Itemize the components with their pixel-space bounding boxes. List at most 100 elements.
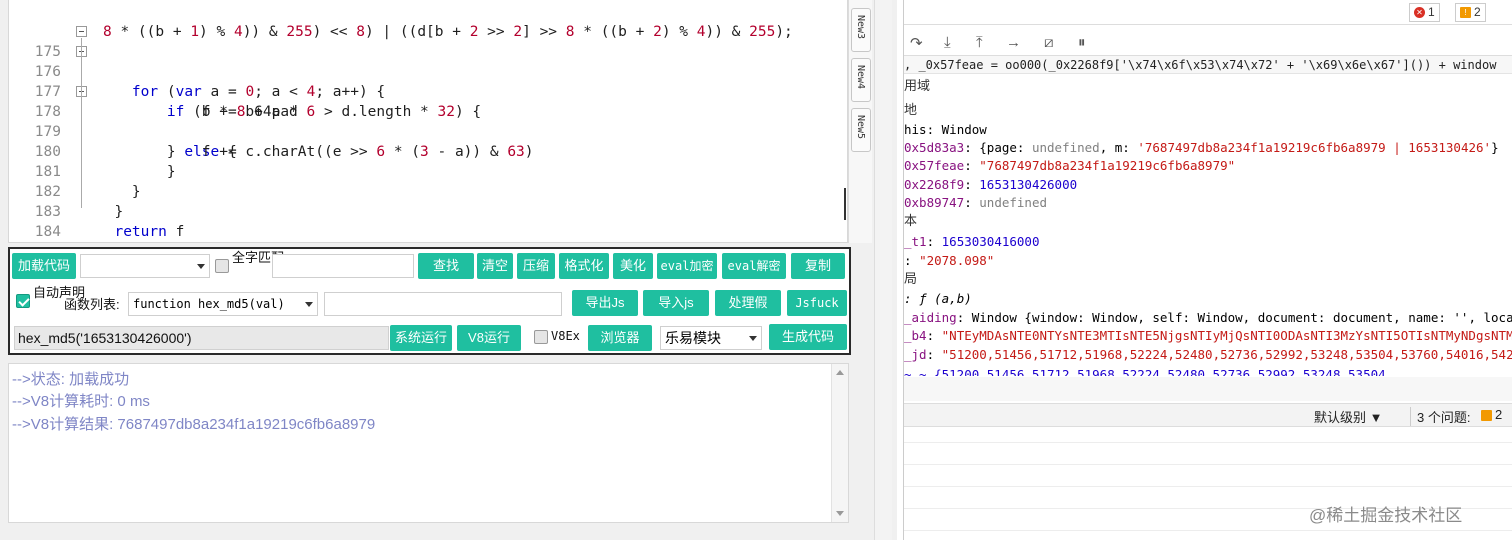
editor-scroll-thumb[interactable] bbox=[844, 188, 846, 220]
message-divider bbox=[904, 530, 1512, 531]
tab-new3[interactable]: New3 bbox=[851, 8, 871, 52]
function-list-value: function hex_md5(val) bbox=[133, 297, 285, 311]
process-fake-button[interactable]: 处理假 bbox=[715, 290, 781, 316]
var-value: "NTEyMDAsNTE0NTYsNTE3MTIsNTE5NjgsNTIyMjQ… bbox=[941, 328, 1512, 343]
scope-header[interactable]: 用域 bbox=[904, 77, 1512, 95]
code-line: 177 f += b64pad bbox=[9, 62, 839, 120]
var-name: _aiding bbox=[904, 310, 957, 325]
scope-var-0x57feae[interactable]: 0x57feae: "7687497db8a234f1a19219c6fb6a8… bbox=[904, 157, 1512, 175]
var-name: his bbox=[904, 122, 927, 137]
warning-icon: ! bbox=[1460, 7, 1471, 18]
var-name: _b4 bbox=[904, 328, 927, 343]
var-value: 1653030416000 bbox=[941, 234, 1040, 249]
tab-label: New4 bbox=[855, 65, 866, 90]
call-expression-input[interactable]: hex_md5('1653130426000') bbox=[14, 326, 389, 350]
closure-scope-header[interactable]: 本 bbox=[904, 212, 1512, 230]
scope-scroll-area[interactable] bbox=[904, 377, 1512, 401]
scope-var-0x5d83a3[interactable]: 0x5d83a3: {page: undefined, m: '7687497d… bbox=[904, 139, 1512, 157]
message-divider bbox=[904, 464, 1512, 465]
v8ex-label: V8Ex bbox=[551, 329, 580, 343]
code-line: 178 } else { bbox=[9, 82, 839, 160]
load-code-button[interactable]: 加载代码 bbox=[12, 253, 76, 279]
step-icon[interactable]: → bbox=[1006, 34, 1021, 51]
code-line: 181 } bbox=[9, 142, 839, 200]
clear-button[interactable]: 清空 bbox=[477, 253, 513, 279]
auto-declare-checkbox[interactable] bbox=[16, 294, 30, 308]
module-select[interactable]: 乐易模块 bbox=[660, 326, 762, 350]
warning-count-badge[interactable]: ! 2 bbox=[1455, 3, 1486, 22]
var-value: "51200,51456,51712,51968,52224,52480,527… bbox=[941, 347, 1512, 362]
chevron-down-icon bbox=[749, 336, 757, 341]
step-out-icon[interactable]: ⤒ bbox=[976, 34, 983, 51]
copy-button[interactable]: 复制 bbox=[791, 253, 845, 279]
code-line: 8 * ((b + 1) % 4)) & 255) << 8) | ((d[b … bbox=[9, 2, 839, 40]
code-text: }; bbox=[97, 242, 114, 243]
pause-exceptions-icon[interactable]: ⏸ bbox=[1078, 34, 1086, 51]
auto-declare-label: 自动声明 bbox=[33, 285, 86, 300]
tab-new4[interactable]: New4 bbox=[851, 58, 871, 102]
issues-label[interactable]: 3 个问题: bbox=[1410, 407, 1470, 426]
export-js-button[interactable]: 导出Js bbox=[572, 290, 638, 316]
var-value: } bbox=[1491, 140, 1499, 155]
scroll-down-icon[interactable] bbox=[836, 511, 844, 516]
format-button[interactable]: 格式化 bbox=[559, 253, 609, 279]
encoding-select[interactable] bbox=[80, 254, 210, 278]
find-button[interactable]: 查找 bbox=[418, 253, 474, 279]
v8ex-checkbox[interactable] bbox=[534, 330, 548, 344]
scroll-up-icon[interactable] bbox=[836, 370, 844, 375]
var-value: "2078.098" bbox=[919, 253, 995, 268]
code-line: 179 f += c.charAt((e >> 6 * (3 - a)) & 6… bbox=[9, 102, 839, 160]
var-value: undefined bbox=[979, 195, 1048, 210]
var-value: Window {window: Window, self: Window, do… bbox=[971, 310, 1512, 325]
tab-label: New5 bbox=[855, 115, 866, 140]
log-level-select[interactable]: 默认级别 ▼ bbox=[1314, 407, 1382, 426]
local-scope-header[interactable]: 地 bbox=[904, 101, 1512, 119]
console-line: -->V8计算结果: 7687497db8a234f1a19219c6fb6a8… bbox=[12, 416, 376, 433]
var-value: , m: bbox=[1099, 140, 1138, 155]
tab-new5[interactable]: New5 bbox=[851, 108, 871, 152]
scope-var-t1[interactable]: _t1: 1653030416000 bbox=[904, 233, 1512, 251]
full-match-checkbox[interactable] bbox=[215, 259, 229, 273]
system-run-button[interactable]: 系统运行 bbox=[390, 325, 452, 351]
file-tabs: New3 New4 New5 bbox=[848, 0, 872, 243]
code-line: 182 } bbox=[9, 162, 839, 220]
console-scrollbar[interactable] bbox=[831, 364, 848, 522]
step-over-icon[interactable]: ↷ bbox=[910, 34, 923, 52]
fold-guide-line bbox=[81, 38, 82, 208]
var-value: {page: bbox=[979, 140, 1032, 155]
scope-var-this[interactable]: his: Window bbox=[904, 121, 1512, 139]
chevron-down-icon bbox=[305, 302, 313, 307]
step-into-icon[interactable]: ⤓ bbox=[944, 34, 951, 51]
issues-count[interactable]: 2 bbox=[1481, 407, 1502, 422]
var-name: 0x57feae bbox=[904, 158, 965, 173]
output-console[interactable]: -->状态: 加载成功 -->V8计算耗时: 0 ms -->V8计算结果: 7… bbox=[8, 363, 849, 523]
code-editor[interactable]: 8 * ((b + 1) % 4)) & 255) << 8) | ((d[b … bbox=[8, 0, 848, 243]
jsfuck-button[interactable]: Jsfuck bbox=[787, 290, 847, 316]
function-filter-input[interactable] bbox=[324, 292, 562, 316]
js-debug-tool-window: 8 * ((b + 1) % 4)) & 255) << 8) | ((d[b … bbox=[0, 0, 897, 540]
beautify-button[interactable]: 美化 bbox=[613, 253, 653, 279]
browser-button[interactable]: 浏览器 bbox=[588, 325, 652, 351]
deactivate-breakpoints-icon[interactable]: ⧄ bbox=[1044, 34, 1054, 51]
search-input[interactable] bbox=[272, 254, 414, 278]
import-js-button[interactable]: 导入js bbox=[643, 290, 709, 316]
issues-count-value: 2 bbox=[1495, 407, 1503, 422]
scope-var-0x2268f9[interactable]: 0x2268f9: 1653130426000 bbox=[904, 176, 1512, 194]
scope-var-b4[interactable]: _b4: "NTEyMDAsNTE0NTYsNTE3MTIsNTE5NjgsNT… bbox=[904, 327, 1512, 345]
window-scrollbar[interactable] bbox=[874, 0, 892, 540]
generate-code-button[interactable]: 生成代码 bbox=[769, 324, 847, 350]
error-count-badge[interactable]: ✕ 1 bbox=[1409, 3, 1440, 22]
compress-button[interactable]: 压缩 bbox=[517, 253, 555, 279]
function-list-select[interactable]: function hex_md5(val) bbox=[128, 292, 318, 316]
scope-var-aiding[interactable]: _aiding: Window {window: Window, self: W… bbox=[904, 309, 1512, 327]
eval-encrypt-button[interactable]: eval加密 bbox=[657, 253, 717, 279]
scope-var-0xb89747[interactable]: 0xb89747: undefined bbox=[904, 194, 1512, 212]
global-scope-header[interactable]: 局 bbox=[904, 270, 1512, 288]
eval-decrypt-button[interactable]: eval解密 bbox=[722, 253, 786, 279]
scope-var-string[interactable]: : "2078.098" bbox=[904, 252, 1512, 270]
code-line: 176 if (b * 8 + a * 6 > d.length * 32) { bbox=[9, 42, 839, 120]
v8-run-button[interactable]: V8运行 bbox=[457, 325, 521, 351]
scope-var-function[interactable]: : ƒ (a,b) bbox=[904, 290, 1512, 308]
scope-var-jd[interactable]: _jd: "51200,51456,51712,51968,52224,5248… bbox=[904, 346, 1512, 364]
fold-toggle-icon[interactable] bbox=[76, 26, 87, 37]
